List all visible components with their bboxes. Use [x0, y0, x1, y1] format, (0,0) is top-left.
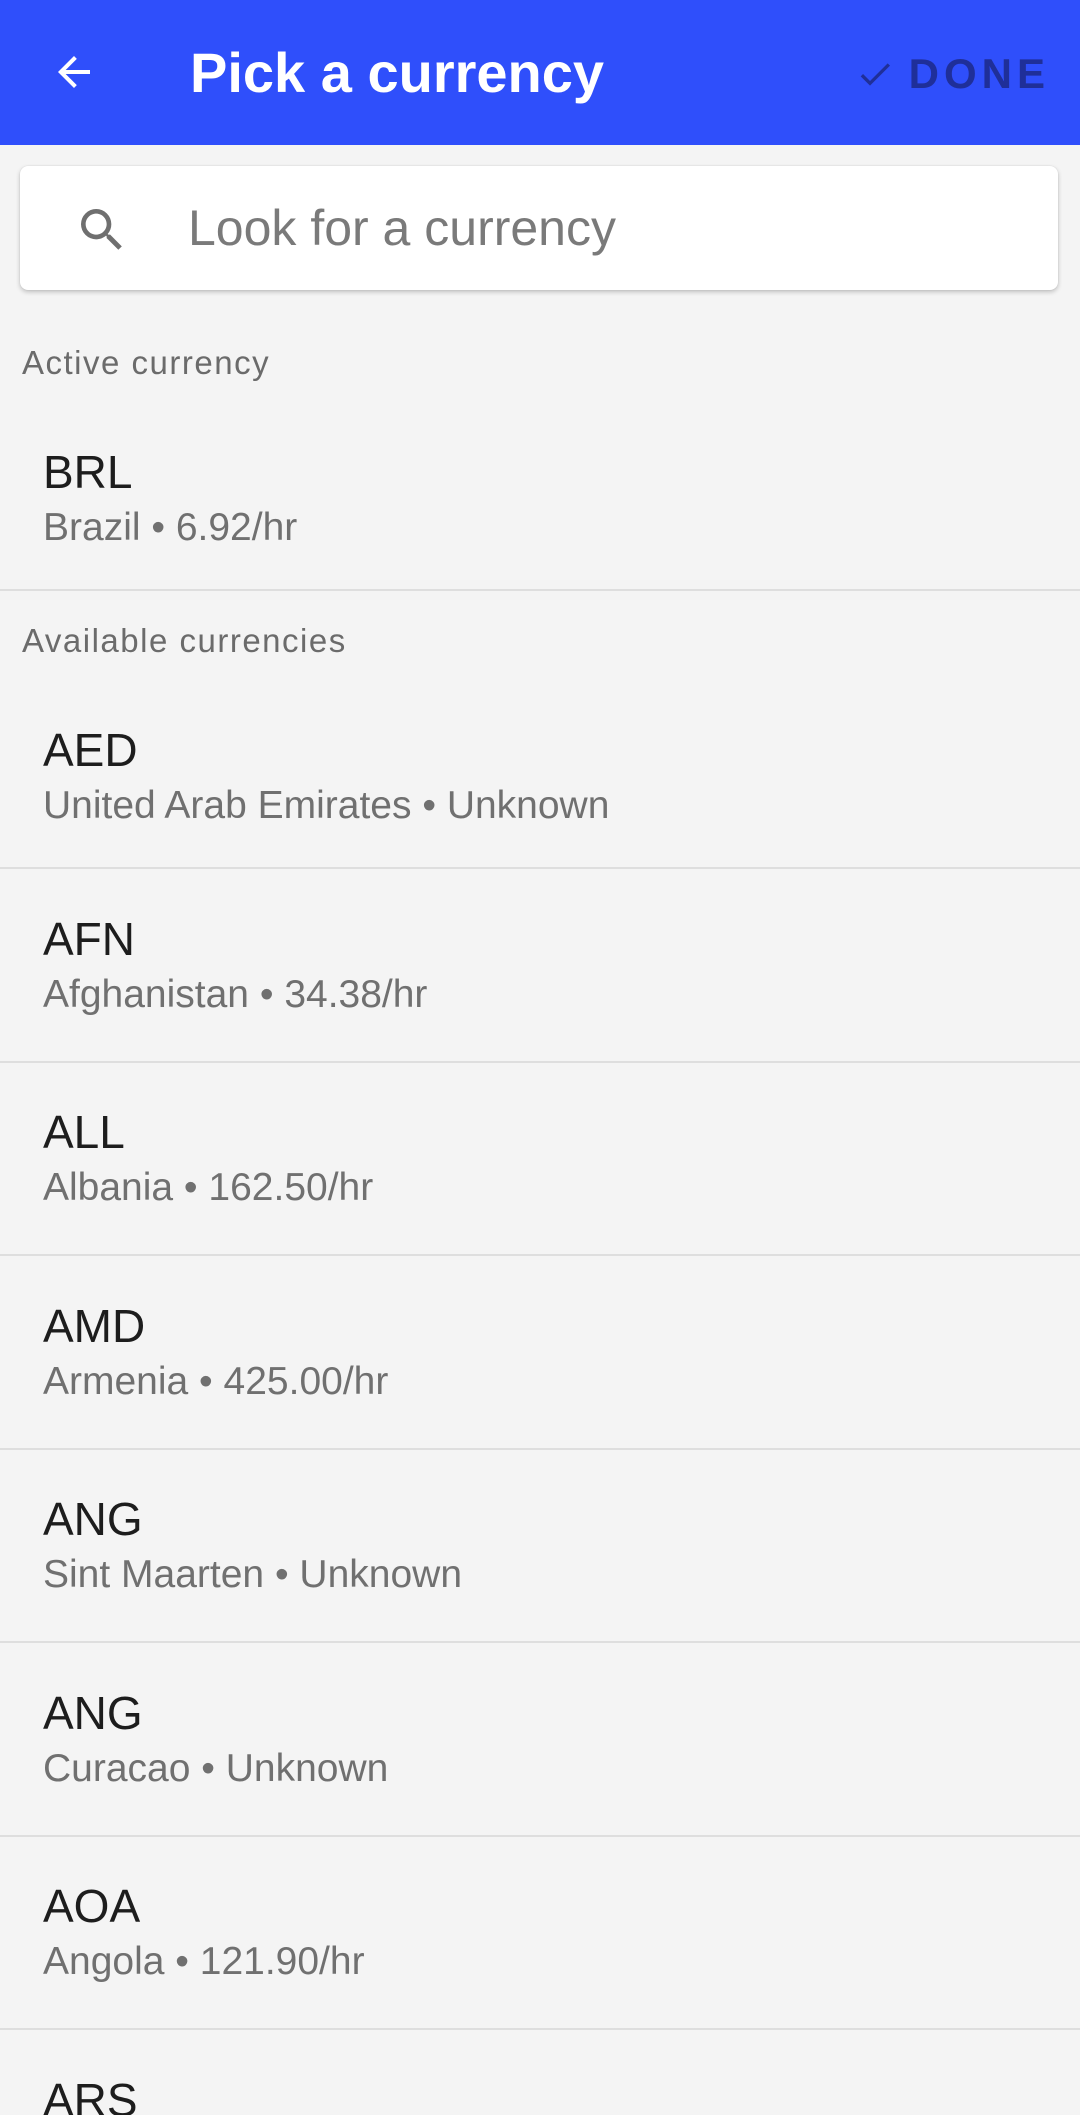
currency-row[interactable]: AED United Arab Emirates • Unknown: [0, 708, 1080, 868]
currency-detail: Curacao • Unknown: [43, 1747, 389, 1790]
back-button[interactable]: [34, 32, 114, 112]
currency-detail: Armenia • 425.00/hr: [43, 1360, 389, 1403]
currency-row[interactable]: ARS: [0, 2030, 1080, 2115]
check-icon: [855, 54, 895, 94]
currency-detail: Sint Maarten • Unknown: [43, 1553, 463, 1596]
search-box[interactable]: [20, 166, 1058, 290]
currency-row-active[interactable]: BRL Brazil • 6.92/hr: [0, 430, 1080, 590]
currency-detail: Afghanistan • 34.38/hr: [43, 973, 428, 1016]
done-label: DONE: [908, 50, 1050, 97]
currency-detail: Brazil • 6.92/hr: [43, 506, 298, 549]
currency-code: AFN: [43, 913, 135, 965]
currency-row[interactable]: ANG Curacao • Unknown: [0, 1643, 1080, 1836]
currency-row[interactable]: ALL Albania • 162.50/hr: [0, 1063, 1080, 1256]
currency-code: AED: [43, 724, 138, 776]
currency-detail: Angola • 121.90/hr: [43, 1940, 365, 1983]
search-icon: [81, 209, 122, 250]
done-button[interactable]: DONE: [855, 44, 1050, 104]
currency-row[interactable]: AFN Afghanistan • 34.38/hr: [0, 869, 1080, 1062]
page-title: Pick a currency: [190, 41, 605, 104]
currency-row[interactable]: AOA Angola • 121.90/hr: [0, 1837, 1080, 2030]
currency-code: BRL: [43, 446, 133, 498]
search-input[interactable]: [168, 188, 1028, 268]
currency-code: ANG: [43, 1687, 143, 1739]
currency-row[interactable]: ANG Sint Maarten • Unknown: [0, 1450, 1080, 1643]
currency-code: AMD: [43, 1300, 146, 1352]
divider: [0, 589, 1080, 591]
currency-detail: United Arab Emirates • Unknown: [43, 784, 610, 827]
currency-row[interactable]: AMD Armenia • 425.00/hr: [0, 1256, 1080, 1449]
currency-code: AOA: [43, 1880, 141, 1932]
active-currency-header: Active currency: [22, 344, 271, 381]
arrow-left-icon: [58, 56, 90, 88]
currency-code: ALL: [43, 1106, 125, 1158]
available-currencies-header: Available currencies: [22, 622, 347, 659]
currency-detail: Albania • 162.50/hr: [43, 1166, 374, 1209]
currency-code: ANG: [43, 1493, 143, 1545]
app-bar: Pick a currency DONE: [0, 0, 1080, 145]
currency-code: ARS: [43, 2074, 138, 2115]
